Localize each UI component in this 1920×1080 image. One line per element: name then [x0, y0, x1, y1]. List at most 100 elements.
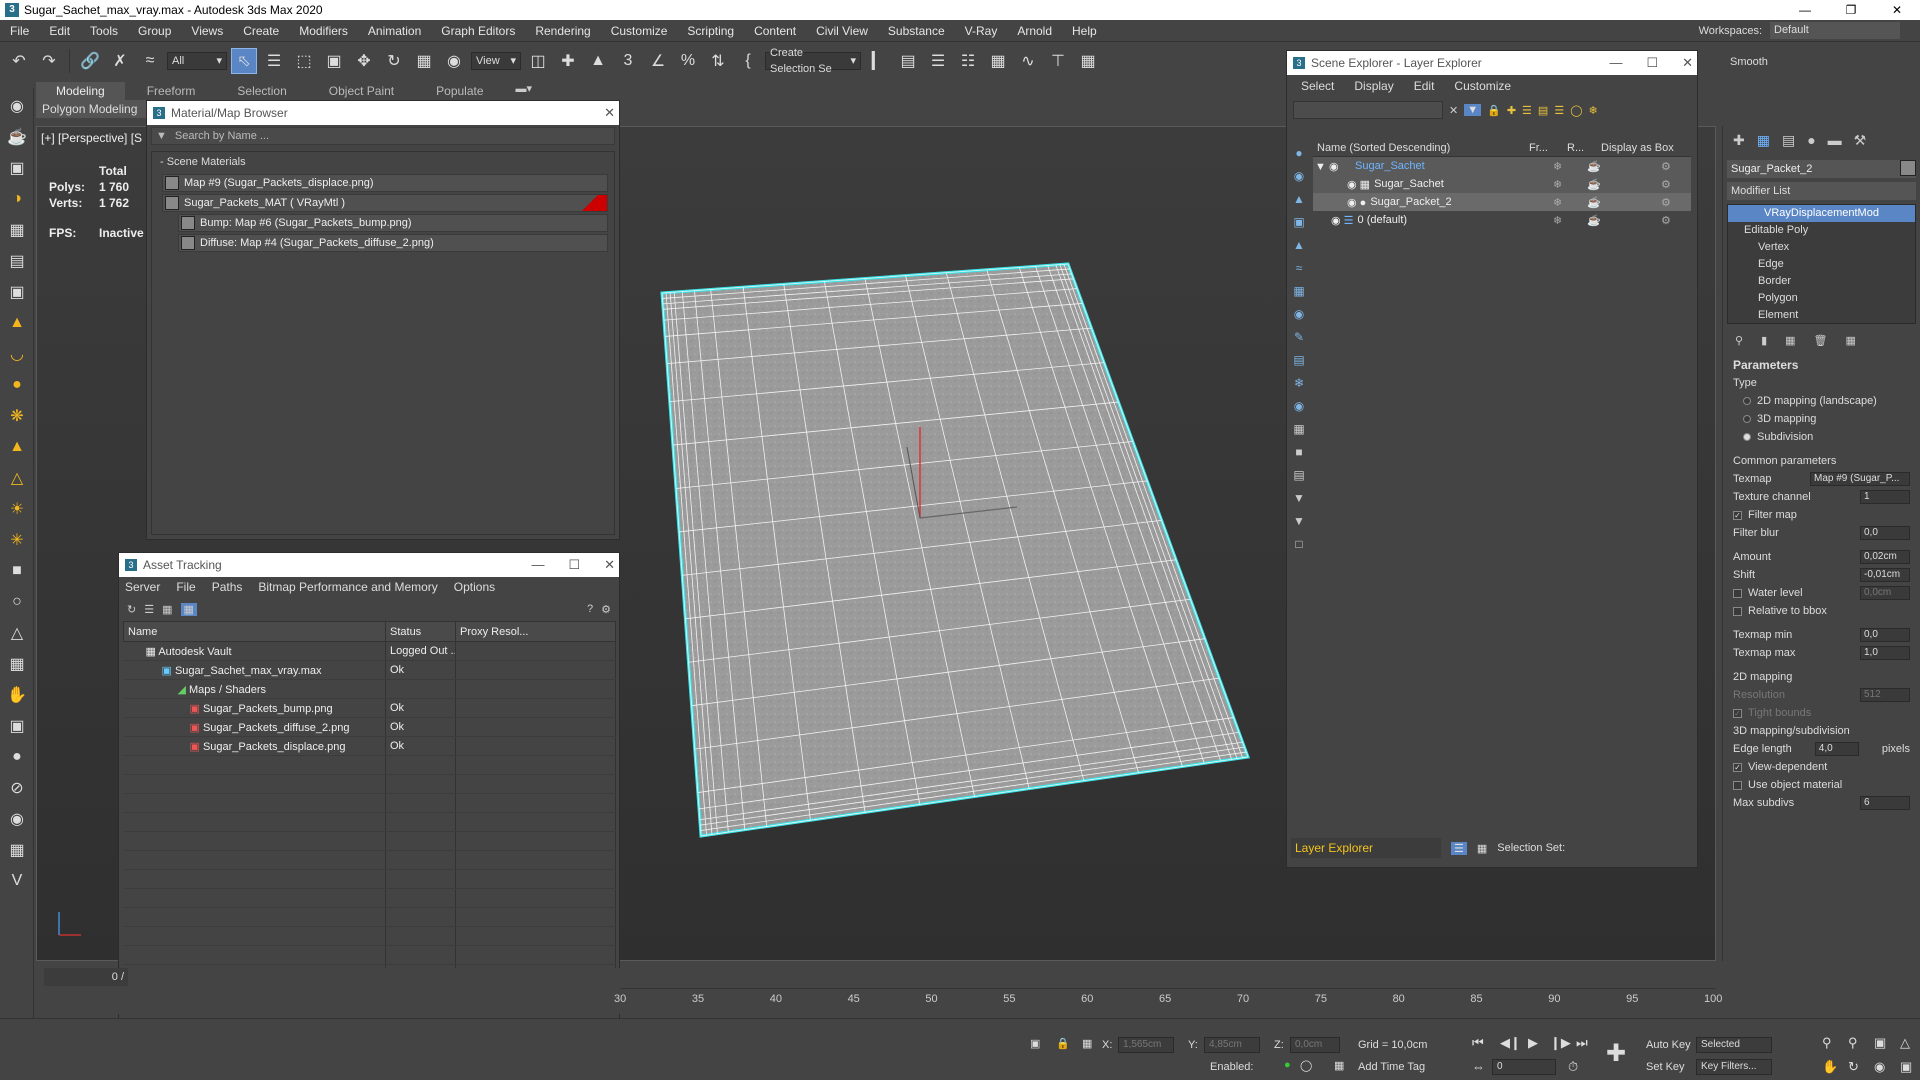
minimize-icon[interactable]: —	[531, 557, 544, 573]
water-level-spinner[interactable]: 0,0cm	[1860, 586, 1910, 600]
ribbon-options-icon[interactable]: ▬▾	[506, 82, 543, 100]
list-view-icon[interactable]: ☰	[144, 603, 154, 616]
material-browser-titlebar[interactable]: 3 Material/Map Browser ✕	[147, 101, 619, 125]
curve-editor-icon[interactable]: ∿	[1015, 48, 1041, 74]
lock-icon[interactable]: 🔒	[1487, 104, 1501, 117]
menu-animation[interactable]: Animation	[358, 24, 431, 38]
spacewarps-icon[interactable]: ▦	[1290, 282, 1308, 300]
enabled-indicator-icon[interactable]: ●	[1284, 1059, 1291, 1071]
show-end-result-icon[interactable]: ▮	[1761, 334, 1767, 347]
set-key-big-icon[interactable]: ✚	[1606, 1039, 1626, 1068]
hierarchy-mode-icon[interactable]: ▦	[1477, 842, 1487, 855]
asset-menu-server[interactable]: Server	[125, 580, 160, 594]
menu-vray[interactable]: V-Ray	[955, 24, 1008, 38]
walkthrough-icon[interactable]: ↻	[1848, 1059, 1859, 1075]
edit-named-sets-icon[interactable]: {	[735, 48, 761, 74]
mirror-icon[interactable]: ▎	[865, 48, 891, 74]
vray-logo-icon[interactable]: V	[4, 868, 30, 894]
xrefs-icon[interactable]: ✎	[1290, 328, 1308, 346]
explorer-mode-dropdown[interactable]: Layer Explorer	[1291, 838, 1441, 858]
box-display-icon[interactable]: ⚙	[1661, 160, 1671, 173]
material-search[interactable]: ▼ Search by Name ...	[151, 127, 615, 145]
scene-search-input[interactable]	[1293, 101, 1443, 119]
menu-group[interactable]: Group	[128, 24, 181, 38]
settings-icon[interactable]: ⚙	[601, 603, 611, 616]
snap-icon[interactable]: 3	[615, 48, 641, 74]
menu-tools[interactable]: Tools	[80, 24, 128, 38]
menu-rendering[interactable]: Rendering	[525, 24, 600, 38]
table-row[interactable]: ▣ Sugar_Sachet_max_vray.max Ok	[123, 660, 616, 680]
scene-materials-header[interactable]: - Scene Materials	[152, 152, 614, 172]
geometry-icon[interactable]: ◉	[1290, 167, 1308, 185]
amount-spinner[interactable]: 0,02cm	[1860, 550, 1910, 564]
manipulate-icon[interactable]: ✚	[555, 48, 581, 74]
redo-icon[interactable]: ↷	[36, 48, 62, 74]
resolution-spinner[interactable]: 512	[1860, 688, 1910, 702]
tab-freeform[interactable]: Freeform	[127, 82, 216, 100]
stack-item-vray-displacement[interactable]: VRayDisplacementMod	[1728, 205, 1915, 222]
asset-tracking-titlebar[interactable]: 3 Asset Tracking — ☐ ✕	[119, 553, 619, 577]
key-filters-button[interactable]: Key Filters...	[1696, 1059, 1772, 1075]
palette-icon[interactable]: ◉	[4, 806, 30, 832]
filter-map-checkbox[interactable]: ✓ Filter map	[1733, 506, 1910, 524]
minimize-icon[interactable]: —	[1609, 55, 1622, 71]
selection-set-dropdown[interactable]: Create Selection Se ▾	[765, 47, 861, 75]
orbit-icon[interactable]: ◉	[4, 93, 30, 119]
pin-stack-icon[interactable]: ⚲	[1735, 334, 1743, 347]
fur-icon[interactable]: ○	[4, 589, 30, 615]
menu-views[interactable]: Views	[181, 24, 233, 38]
vray-cam-icon[interactable]: ▣	[4, 279, 30, 305]
add-to-layer-icon[interactable]: ☰	[1522, 104, 1532, 117]
render-teapot-icon[interactable]: ☕	[1587, 196, 1601, 209]
visibility-icon[interactable]: ◉ ●	[1313, 196, 1366, 209]
help-icon[interactable]: ?	[587, 603, 593, 615]
sugar-sachet-mesh[interactable]	[660, 262, 1251, 838]
scene-menu-customize[interactable]: Customize	[1454, 79, 1511, 93]
sync-filter-icon[interactable]: ▼	[1290, 489, 1308, 507]
tree-row-object[interactable]: ◉ ● Sugar_Packet_2 ❄ ☕ ⚙	[1313, 193, 1691, 211]
relative-bbox-checkbox[interactable]: Relative to bbox	[1733, 602, 1910, 620]
menu-help[interactable]: Help	[1062, 24, 1107, 38]
radio-subdivision[interactable]: Subdivision	[1733, 428, 1910, 446]
create-tab-icon[interactable]: ✚	[1733, 132, 1745, 149]
shift-spinner[interactable]: -0,01cm	[1860, 568, 1910, 582]
radio-2d-mapping[interactable]: 2D mapping (landscape)	[1733, 392, 1910, 410]
restore-icon[interactable]: ❐	[1828, 0, 1874, 20]
prev-frame-icon[interactable]: ◀❙	[1500, 1035, 1521, 1051]
orbit-viewport-icon[interactable]: ◉	[1874, 1059, 1885, 1075]
stack-item-element[interactable]: Element	[1728, 307, 1915, 324]
material-editor-icon[interactable]: ▦	[1075, 48, 1101, 74]
menu-customize[interactable]: Customize	[601, 24, 678, 38]
tight-bounds-checkbox[interactable]: ✓ Tight bounds	[1733, 704, 1910, 722]
texmap-min-spinner[interactable]: 0,0	[1860, 628, 1910, 642]
visibility-icon[interactable]: ◉ ☰	[1313, 214, 1354, 227]
toggle-scene-explorer-icon[interactable]: ☰	[925, 48, 951, 74]
align-icon[interactable]: ▤	[895, 48, 921, 74]
modify-tab-icon[interactable]: ▦	[1757, 132, 1770, 149]
viewport-label[interactable]: [+] [Perspective] [S	[41, 131, 142, 145]
go-to-start-icon[interactable]: ⏮	[1472, 1035, 1484, 1051]
vfb-icon[interactable]: ▦	[4, 837, 30, 863]
workspace-dropdown[interactable]: Default	[1770, 22, 1900, 39]
stack-item-editable-poly[interactable]: Editable Poly	[1728, 222, 1915, 239]
tab-populate[interactable]: Populate	[416, 82, 503, 100]
select-object-icon[interactable]: ⬁	[231, 48, 257, 74]
table-row[interactable]: ▣ Sugar_Packets_diffuse_2.png Ok	[123, 717, 616, 737]
teapot-icon[interactable]: ☕	[4, 124, 30, 150]
close-icon[interactable]: ✕	[1682, 55, 1693, 71]
object-color-swatch[interactable]	[1900, 160, 1916, 176]
container-icon[interactable]: □	[1290, 535, 1308, 553]
active-layer-icon[interactable]: ▤	[1538, 104, 1548, 117]
light-icon[interactable]: ▲	[4, 310, 30, 336]
groups-icon[interactable]: ◉	[1290, 305, 1308, 323]
next-frame-icon[interactable]: ❙▶	[1550, 1035, 1571, 1051]
render-teapot-icon[interactable]: ☕	[1587, 178, 1601, 191]
keyboard-shortcut-icon[interactable]: ▲	[585, 48, 611, 74]
asset-menu-bitmap[interactable]: Bitmap Performance and Memory	[258, 580, 437, 594]
display-all-icon[interactable]: ●	[1290, 144, 1308, 162]
time-config-icon[interactable]: ◯	[1300, 1059, 1312, 1072]
time-tag-icon[interactable]: ▦	[1334, 1059, 1344, 1072]
remove-modifier-icon[interactable]: 🗑	[1814, 334, 1828, 347]
absolute-mode-icon[interactable]: ▦	[1082, 1037, 1092, 1050]
tree-row-object[interactable]: ◉ ▦ Sugar_Sachet ❄ ☕ ⚙	[1313, 175, 1691, 193]
